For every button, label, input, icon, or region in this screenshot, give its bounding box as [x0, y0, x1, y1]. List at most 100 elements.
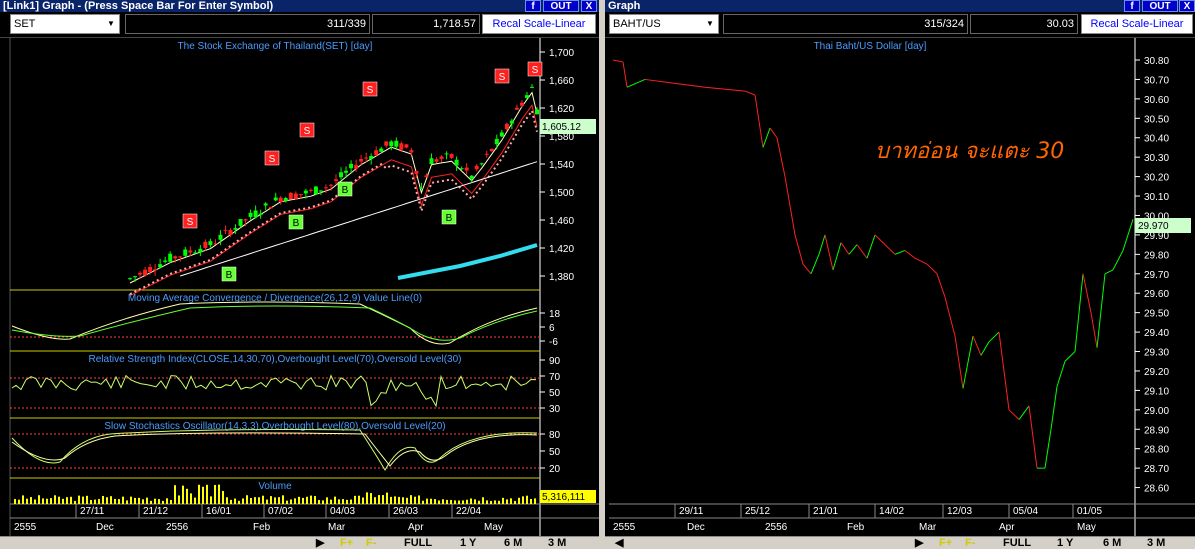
- volume-bar: [394, 496, 396, 504]
- macd-signal-line: [11, 305, 538, 341]
- price-tick-label: 29.10: [1144, 386, 1169, 397]
- stochastic-title: Slow Stochastics Oscillator(14,3,3),Over…: [104, 421, 445, 432]
- price-segment: [1044, 429, 1052, 469]
- price-segment: [824, 234, 834, 271]
- price-segment: [884, 244, 896, 255]
- volume-bar: [466, 499, 468, 504]
- volume-bar: [194, 497, 196, 504]
- volume-bar: [450, 499, 452, 504]
- price-segment: [754, 94, 764, 148]
- right-full-button[interactable]: FULL: [1003, 537, 1031, 549]
- rsi-tick-label: 50: [549, 388, 561, 399]
- set-chart-area[interactable]: The Stock Exchange of Thailand(SET) [day…: [0, 38, 599, 536]
- left-symbol-select[interactable]: SET ▼: [10, 14, 120, 34]
- volume-bar: [62, 498, 64, 504]
- candle-body: [148, 266, 153, 273]
- price-tick-label: 29.30: [1144, 348, 1169, 359]
- left-zoom-out-button[interactable]: F-: [366, 537, 376, 549]
- left-f-button[interactable]: f: [525, 0, 541, 12]
- volume-bar: [206, 484, 208, 504]
- left-1y-button[interactable]: 1 Y: [460, 537, 476, 549]
- right-recal-scale-button[interactable]: Recal Scale-Linear: [1081, 14, 1193, 34]
- candle-body: [183, 249, 188, 256]
- rsi-tick-label: 70: [549, 372, 561, 383]
- volume-bar: [294, 498, 296, 504]
- volume-bar: [414, 496, 416, 504]
- scroll-right-icon[interactable]: ▶: [915, 537, 923, 549]
- scroll-right-icon[interactable]: ▶: [316, 537, 324, 549]
- candle-body: [419, 187, 424, 189]
- baht-chart-area[interactable]: Thai Baht/US Dollar [day] 30.80 30.70 30.6…: [605, 38, 1195, 536]
- volume-bar: [162, 500, 164, 504]
- price-segment: [622, 61, 628, 88]
- volume-bar: [42, 498, 44, 504]
- volume-bar: [334, 496, 336, 504]
- sell-signal-label: S: [532, 65, 539, 76]
- right-3m-button[interactable]: 3 M: [1147, 537, 1165, 549]
- volume-bar: [454, 500, 456, 504]
- right-6m-button[interactable]: 6 M: [1103, 537, 1121, 549]
- candle-body: [529, 86, 534, 88]
- right-zoom-in-button[interactable]: F+: [939, 537, 952, 549]
- candle-body: [374, 150, 379, 156]
- right-out-button[interactable]: OUT: [1142, 0, 1178, 12]
- macd-panel: 18 6 -6: [10, 301, 561, 348]
- volume-bar: [94, 499, 96, 504]
- left-close-button[interactable]: X: [581, 0, 597, 12]
- month-tick-label: Dec: [687, 522, 705, 533]
- candle-body: [278, 197, 283, 202]
- left-out-button[interactable]: OUT: [543, 0, 579, 12]
- price-segment: [784, 176, 796, 235]
- right-symbol-select[interactable]: BAHT/US ▼: [609, 14, 719, 34]
- right-close-button[interactable]: X: [1179, 0, 1195, 12]
- volume-bar: [518, 497, 520, 504]
- left-recal-scale-button[interactable]: Recal Scale-Linear: [482, 14, 596, 34]
- left-6m-button[interactable]: 6 M: [504, 537, 522, 549]
- candle-body: [354, 165, 359, 169]
- volume-bar: [98, 499, 100, 504]
- right-f-button[interactable]: f: [1124, 0, 1140, 12]
- buy-signal-label: B: [293, 218, 300, 229]
- candle-body: [308, 189, 313, 191]
- price-segment: [972, 335, 982, 356]
- date-tick-label: 26/03: [393, 506, 418, 517]
- volume-bar: [174, 485, 176, 504]
- volume-bar: [242, 498, 244, 504]
- candle-body: [535, 109, 539, 115]
- sell-signal-label: S: [499, 72, 506, 83]
- right-window-title: Graph: [605, 0, 1195, 12]
- price-tick-label: 1,660: [549, 76, 574, 87]
- price-segment: [674, 82, 706, 88]
- price-segment: [856, 244, 868, 259]
- left-3m-button[interactable]: 3 M: [548, 537, 566, 549]
- volume-bar: [154, 498, 156, 504]
- candle-body: [394, 140, 399, 147]
- baht-current-price-label: 29.970: [1138, 221, 1169, 232]
- price-tick-label: 1,420: [549, 244, 574, 255]
- right-symbol-value: BAHT/US: [613, 18, 661, 30]
- candle-body: [258, 213, 263, 215]
- volume-bar: [222, 491, 224, 504]
- rsi-tick-label: 90: [549, 356, 561, 367]
- price-segment: [1050, 386, 1058, 430]
- volume-bar: [486, 500, 488, 504]
- right-1y-button[interactable]: 1 Y: [1057, 537, 1073, 549]
- volume-bar: [114, 498, 116, 504]
- scroll-left-icon[interactable]: ◀: [615, 537, 623, 549]
- left-full-button[interactable]: FULL: [404, 537, 432, 549]
- left-zoom-in-button[interactable]: F+: [340, 537, 353, 549]
- volume-bar: [46, 498, 48, 504]
- volume-bar: [342, 499, 344, 504]
- price-segment: [998, 332, 1010, 410]
- set-graph-window: [Link1] Graph - (Press Space Bar For Ent…: [0, 0, 599, 549]
- price-tick-label: 1,500: [549, 188, 574, 199]
- candle-body: [359, 159, 364, 162]
- volume-title: Volume: [258, 481, 292, 492]
- candle-body: [208, 241, 213, 246]
- right-zoom-out-button[interactable]: F-: [965, 537, 975, 549]
- candle-body: [168, 253, 173, 262]
- candle-body: [193, 252, 198, 254]
- volume-bar: [70, 496, 72, 504]
- candle-body: [439, 156, 444, 159]
- price-tick-label: 28.70: [1144, 464, 1169, 475]
